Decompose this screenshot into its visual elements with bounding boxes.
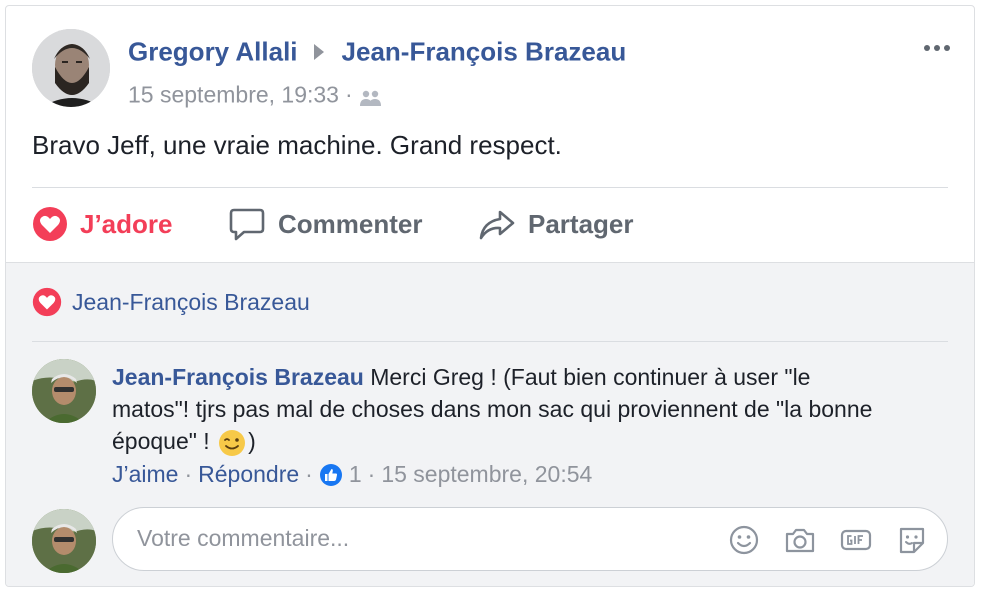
comment-label: Commenter [278,208,423,239]
comment-button[interactable]: Commenter [228,204,422,244]
comment-reply-link[interactable]: Répondre [198,461,299,488]
comment-timestamp[interactable]: 15 septembre, 20:54 [381,461,592,488]
comment-composer: Votre commentaire... [32,507,950,573]
camera-icon[interactable] [783,524,817,556]
post-header: Gregory Allali Jean-François Brazeau 15 s… [6,6,974,126]
reactor-name-link[interactable]: Jean-François Brazeau [72,289,310,316]
commenter-avatar[interactable] [32,359,96,423]
emoji-icon[interactable] [727,524,761,556]
like-badge-icon[interactable] [319,463,343,487]
share-label: Partager [528,208,634,239]
comment-icon [229,208,265,241]
heart-icon [33,207,67,241]
comments-section: Jean-François Brazeau Jean-François Braz… [6,262,974,586]
share-icon [479,210,515,240]
current-user-avatar[interactable] [32,509,96,573]
author-name-link[interactable]: Gregory Allali [128,37,298,67]
love-button[interactable]: J’adore [32,204,173,244]
target-name-link[interactable]: Jean-François Brazeau [342,37,627,67]
composer-tools [727,524,929,556]
author-avatar[interactable] [32,29,110,107]
reactions-summary[interactable]: Jean-François Brazeau [32,287,310,317]
comment-like-link[interactable]: J’aime [112,461,178,488]
post-card: Gregory Allali Jean-François Brazeau 15 s… [5,5,975,587]
wink-emoji-icon [218,429,246,457]
post-title: Gregory Allali Jean-François Brazeau [128,35,626,68]
divider [32,341,948,342]
comment-input[interactable]: Votre commentaire... [112,507,948,571]
comment-text: Jean-François Brazeau Merci Greg ! (Faut… [112,361,892,457]
comment-author-link[interactable]: Jean-François Brazeau [112,364,364,390]
share-button[interactable]: Partager [478,204,634,244]
post-meta: 15 septembre, 19:33 · [128,80,383,108]
meta-separator: · [367,461,376,487]
audience-friends-icon[interactable] [359,86,383,106]
comment-like-count[interactable]: 1 [349,461,362,488]
arrow-right-icon [313,44,324,61]
meta-separator: · [344,81,353,108]
love-label: J’adore [80,208,173,239]
comment-meta: J’aime · Répondre · 1 · 15 septembre, 20… [112,461,592,488]
comment-input-placeholder: Votre commentaire... [137,525,350,551]
comment-text-end: ) [248,428,256,454]
meta-separator: · [305,461,313,487]
sticker-icon[interactable] [895,524,929,556]
post-text: Bravo Jeff, une vraie machine. Grand res… [32,130,562,160]
heart-icon [32,287,62,317]
more-options-icon[interactable] [922,40,952,51]
post-timestamp[interactable]: 15 septembre, 19:33 [128,81,339,107]
meta-separator: · [184,461,193,487]
post-actions: J’adore Commenter Partager [6,188,974,262]
gif-icon[interactable] [839,524,873,556]
